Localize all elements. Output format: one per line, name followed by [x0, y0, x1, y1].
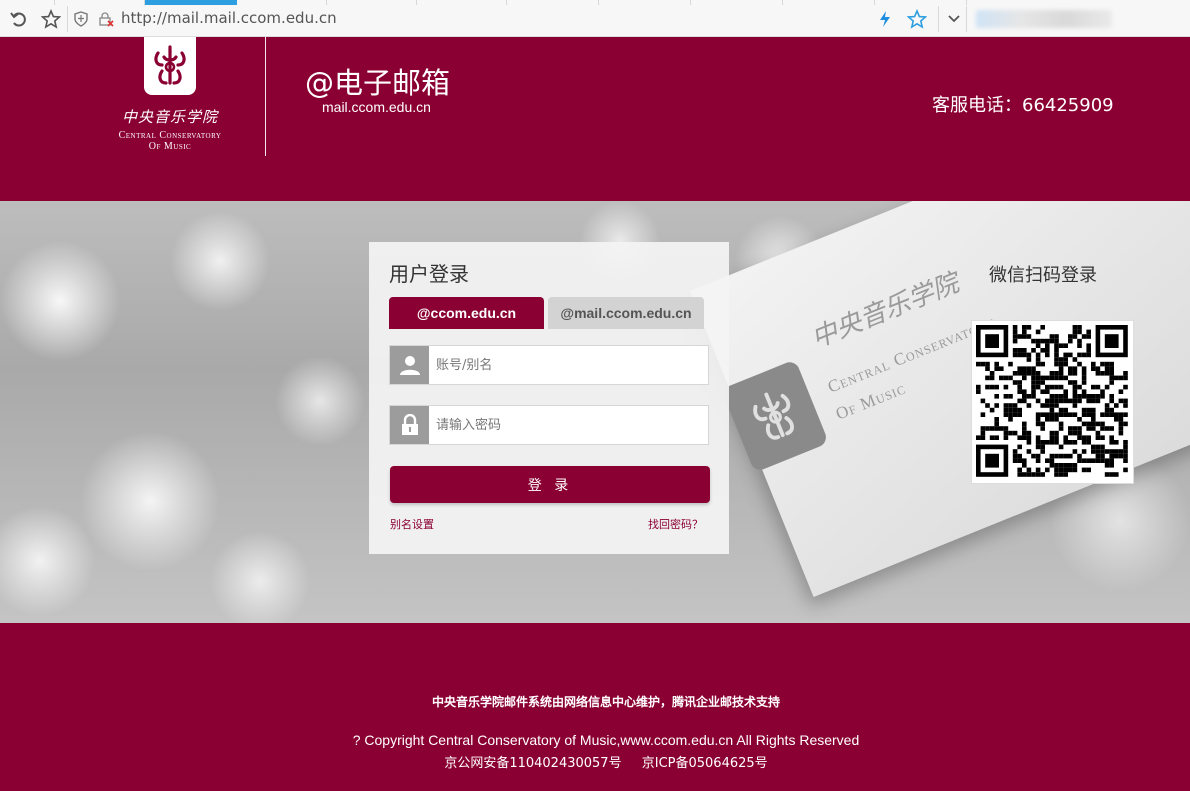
password-field [389, 405, 709, 445]
blurred-extension-area[interactable] [976, 10, 1112, 28]
wechat-qr-code[interactable] [971, 320, 1134, 484]
hero-background: 中央音乐学院 Central Conservatory Of Music 用户登… [0, 201, 1190, 623]
user-icon [390, 346, 429, 384]
browser-tab[interactable] [0, 0, 55, 5]
login-button[interactable]: 登 录 [390, 466, 710, 503]
browser-tab[interactable] [599, 0, 691, 5]
account-field [389, 345, 709, 385]
footer-maintainer: 中央音乐学院邮件系统由网络信息中心维护，腾讯企业邮技术支持 [431, 695, 780, 709]
chevron-down-icon[interactable] [943, 8, 965, 30]
public-security-record[interactable]: 京公网安备110402430057号 [444, 756, 621, 771]
tab-mail-ccom-domain[interactable]: @mail.ccom.edu.cn [548, 297, 704, 329]
insecure-lock-icon[interactable] [95, 8, 117, 30]
wechat-login-title: 微信扫码登录 [989, 265, 1097, 286]
icp-record[interactable]: 京ICP备05064625号 [642, 756, 768, 771]
qr-code-graphic [976, 325, 1128, 477]
alias-settings-link[interactable]: 别名设置 [390, 516, 434, 532]
browser-tab[interactable] [417, 0, 507, 5]
lock-icon [390, 406, 429, 444]
header-divider [265, 37, 266, 156]
browser-tab[interactable] [875, 0, 967, 5]
browser-tab[interactable] [327, 0, 417, 5]
mail-domain: mail.ccom.edu.cn [322, 99, 431, 115]
password-input[interactable] [436, 414, 696, 436]
login-panel: 用户登录 @ccom.edu.cn @mail.ccom.edu.cn 登 录 … [369, 242, 729, 554]
shield-icon[interactable] [70, 8, 92, 30]
browser-toolbar: http://mail.mail.ccom.edu.cn [0, 0, 1190, 37]
school-logo-icon[interactable] [144, 37, 196, 95]
site-footer: 中央音乐学院邮件系统由网络信息中心维护，腾讯企业邮技术支持 ? Copyrigh… [0, 623, 1190, 791]
footer-copyright: ? Copyright Central Conservatory of Musi… [352, 732, 860, 748]
browser-tab-active[interactable] [145, 0, 237, 5]
star-icon[interactable] [40, 8, 62, 30]
tab-ccom-domain[interactable]: @ccom.edu.cn [389, 297, 544, 329]
tab-strip [0, 0, 1190, 5]
logo-chinese-name: 中央音乐学院 [121, 108, 218, 126]
lightning-icon[interactable] [874, 8, 896, 30]
browser-tab[interactable] [783, 0, 875, 5]
address-bar[interactable]: http://mail.mail.ccom.edu.cn [121, 9, 337, 27]
browser-tab[interactable] [55, 0, 145, 5]
browser-tab[interactable] [691, 0, 783, 5]
service-hotline: 客服电话：66425909 [932, 95, 1114, 116]
site-header: 中央音乐学院 Central Conservatory Of Music @电子… [0, 37, 1190, 201]
browser-tab[interactable] [507, 0, 599, 5]
forgot-password-link[interactable]: 找回密码？ [648, 516, 703, 532]
browser-tab[interactable] [237, 0, 327, 5]
bookmark-star-icon[interactable] [906, 8, 928, 30]
undo-icon[interactable] [8, 8, 30, 30]
account-input[interactable] [436, 354, 696, 376]
logo-english-line1: Central Conservatory [118, 130, 222, 141]
logo-english-line2: Of Music [148, 141, 192, 152]
footer-registration: 京公网安备110402430057号 京ICP备05064625号 [0, 752, 1190, 771]
login-title: 用户登录 [389, 262, 469, 286]
mail-title: @电子邮箱 [305, 66, 451, 100]
